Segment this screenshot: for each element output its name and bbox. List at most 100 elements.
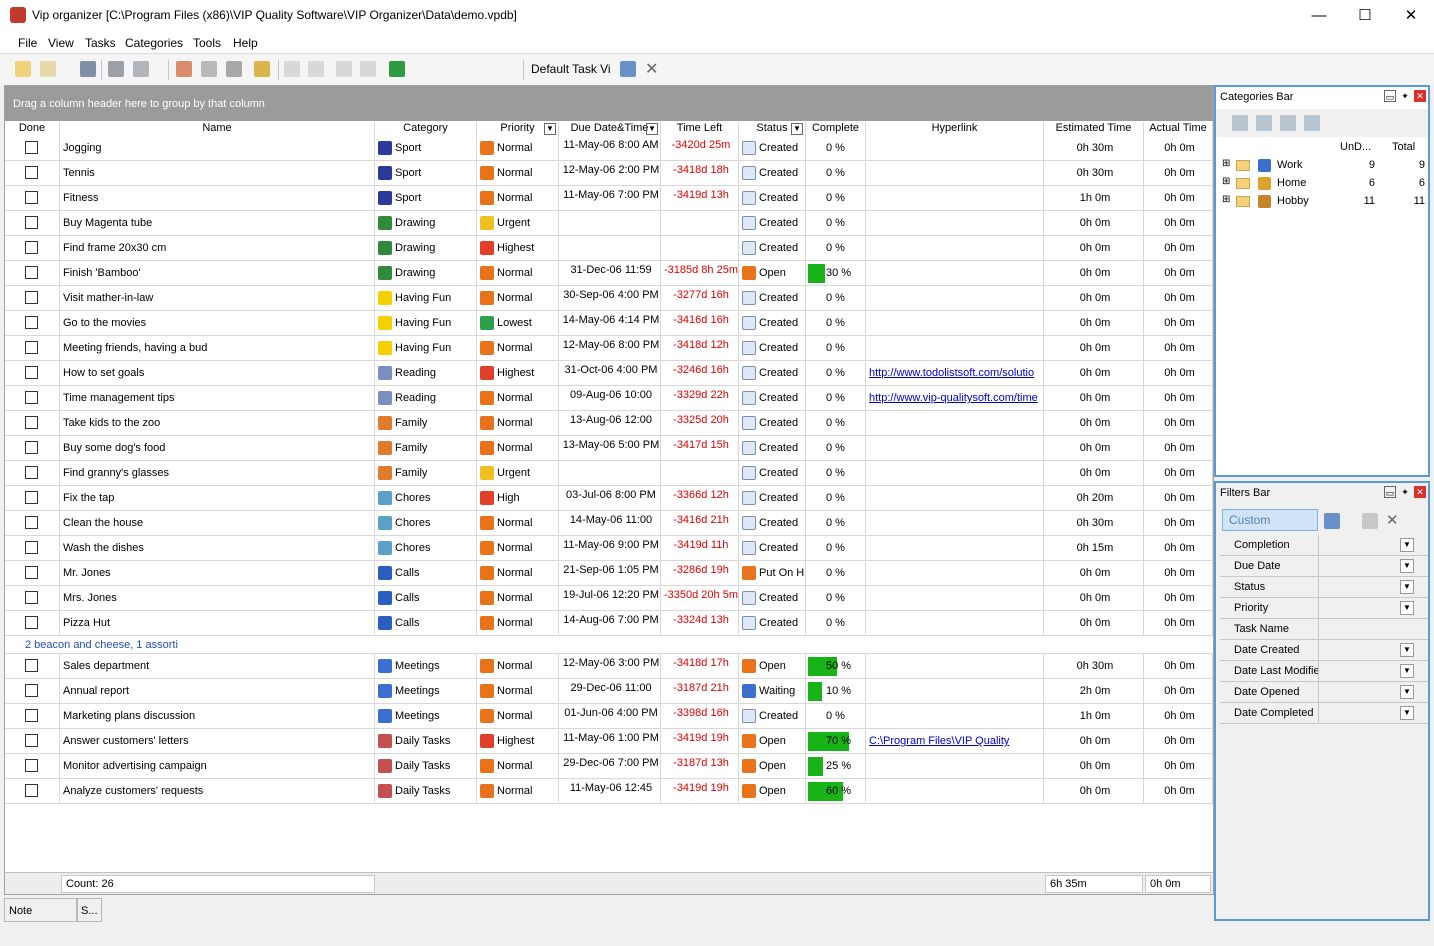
status-s-tab[interactable]: S...	[76, 898, 102, 922]
category-cell[interactable]: Sport	[375, 136, 477, 160]
done-cell[interactable]	[5, 704, 60, 728]
estimated-time-cell[interactable]: 0h 0m	[1044, 236, 1144, 260]
due-cell[interactable]: 13-May-06 5:00 PM	[559, 436, 661, 460]
menu-view[interactable]: View	[48, 36, 74, 50]
done-checkbox[interactable]	[25, 491, 38, 504]
table-row[interactable]: Mr. Jones Calls Normal 21-Sep-06 1:05 PM -32…	[5, 561, 1213, 586]
table-row[interactable]: Monitor advertising campaign Daily Tasks N…	[5, 754, 1213, 779]
complete-cell[interactable]: 0 %	[806, 286, 866, 310]
add-category-icon[interactable]	[1232, 115, 1248, 131]
priority-cell[interactable]: Urgent	[477, 211, 559, 235]
name-cell[interactable]: Visit mather-in-law	[60, 286, 375, 310]
estimated-time-cell[interactable]: 0h 0m	[1044, 386, 1144, 410]
priority-cell[interactable]: Normal	[477, 536, 559, 560]
filter-value[interactable]: ▼	[1318, 682, 1414, 702]
actual-time-cell[interactable]: 0h 0m	[1144, 779, 1213, 803]
due-cell[interactable]: 09-Aug-06 10:00	[559, 386, 661, 410]
done-cell[interactable]	[5, 611, 60, 635]
estimated-time-cell[interactable]: 0h 0m	[1044, 336, 1144, 360]
time-left-cell[interactable]: -3246d 16h	[661, 361, 739, 385]
done-cell[interactable]	[5, 211, 60, 235]
estimated-time-cell[interactable]: 0h 15m	[1044, 536, 1144, 560]
time-left-cell[interactable]: -3416d 16h	[661, 311, 739, 335]
chevron-down-icon[interactable]: ▼	[1400, 601, 1414, 615]
name-cell[interactable]: Pizza Hut	[60, 611, 375, 635]
done-checkbox[interactable]	[25, 759, 38, 772]
complete-cell[interactable]: 0 %	[806, 704, 866, 728]
estimated-time-cell[interactable]: 0h 30m	[1044, 161, 1144, 185]
clear-filter-icon[interactable]: ✕	[1386, 511, 1399, 529]
filter-row-completion[interactable]: Completion ▼	[1220, 535, 1428, 556]
name-cell[interactable]: Annual report	[60, 679, 375, 703]
priority-cell[interactable]: Normal	[477, 561, 559, 585]
category-cell[interactable]: Family	[375, 436, 477, 460]
name-cell[interactable]: Tennis	[60, 161, 375, 185]
category-cell[interactable]: Reading	[375, 386, 477, 410]
actual-time-cell[interactable]: 0h 0m	[1144, 561, 1213, 585]
filter-row-date-created[interactable]: Date Created ▼	[1220, 640, 1428, 661]
category-cell[interactable]: Drawing	[375, 236, 477, 260]
category-cell[interactable]: Chores	[375, 486, 477, 510]
table-row[interactable]: Visit mather-in-law Having Fun Normal 30-Se…	[5, 286, 1213, 311]
actual-time-cell[interactable]: 0h 0m	[1144, 211, 1213, 235]
pin-icon[interactable]: ✦	[1399, 90, 1411, 102]
time-left-cell[interactable]	[661, 236, 739, 260]
hyperlink-cell[interactable]	[866, 611, 1044, 635]
filter-value[interactable]: ▼	[1318, 535, 1414, 555]
table-row[interactable]: How to set goals Reading Highest 31-Oct-06 …	[5, 361, 1213, 386]
status-cell[interactable]: Created	[739, 336, 806, 360]
new-task-icon[interactable]	[15, 61, 31, 77]
minimize-button[interactable]: —	[1296, 0, 1342, 31]
status-cell[interactable]: Open	[739, 779, 806, 803]
status-cell[interactable]: Created	[739, 436, 806, 460]
due-cell[interactable]	[559, 461, 661, 485]
due-cell[interactable]: 12-May-06 2:00 PM	[559, 161, 661, 185]
table-row[interactable]: Mrs. Jones Calls Normal 19-Jul-06 12:20 PM -…	[5, 586, 1213, 611]
name-cell[interactable]: Answer customers' letters	[60, 729, 375, 753]
category-cell[interactable]: Reading	[375, 361, 477, 385]
name-cell[interactable]: Time management tips	[60, 386, 375, 410]
hyperlink-cell[interactable]	[866, 286, 1044, 310]
chevron-down-icon[interactable]: ▼	[1400, 685, 1414, 699]
hyperlink[interactable]: C:\Program Files\VIP Quality	[869, 735, 1009, 747]
complete-cell[interactable]: 0 %	[806, 186, 866, 210]
time-left-cell[interactable]: -3419d 13h	[661, 186, 739, 210]
complete-cell[interactable]: 0 %	[806, 511, 866, 535]
estimated-time-cell[interactable]: 1h 0m	[1044, 704, 1144, 728]
done-checkbox[interactable]	[25, 216, 38, 229]
hyperlink-cell[interactable]	[866, 654, 1044, 678]
status-cell[interactable]: Open	[739, 261, 806, 285]
name-cell[interactable]: How to set goals	[60, 361, 375, 385]
category-item-home[interactable]: ⊞ Home 6 6	[1222, 175, 1427, 193]
time-left-cell[interactable]: -3324d 13h	[661, 611, 739, 635]
table-row[interactable]: Fix the tap Chores High 03-Jul-06 8:00 PM -3…	[5, 486, 1213, 511]
done-cell[interactable]	[5, 654, 60, 678]
due-cell[interactable]: 14-May-06 11:00	[559, 511, 661, 535]
table-row[interactable]: Sales department Meetings Normal 12-May-06 …	[5, 654, 1213, 679]
estimated-time-cell[interactable]: 0h 0m	[1044, 754, 1144, 778]
done-cell[interactable]	[5, 361, 60, 385]
apply-filter-icon[interactable]	[1324, 513, 1340, 529]
table-row[interactable]: Answer customers' letters Daily Tasks High…	[5, 729, 1213, 754]
category-item-work[interactable]: ⊞ Work 9 9	[1222, 157, 1427, 175]
time-left-cell[interactable]: -3187d 21h	[661, 679, 739, 703]
status-cell[interactable]: Created	[739, 161, 806, 185]
complete-cell[interactable]: 0 %	[806, 586, 866, 610]
filter-row-date-opened[interactable]: Date Opened ▼	[1220, 682, 1428, 703]
hyperlink[interactable]: http://www.todolistsoft.com/solutio	[869, 367, 1034, 379]
complete-cell[interactable]: 0 %	[806, 211, 866, 235]
actual-time-cell[interactable]: 0h 0m	[1144, 336, 1213, 360]
filter-row-task-name[interactable]: Task Name	[1220, 619, 1428, 640]
hyperlink-cell[interactable]: C:\Program Files\VIP Quality	[866, 729, 1044, 753]
name-cell[interactable]: Go to the movies	[60, 311, 375, 335]
actual-time-cell[interactable]: 0h 0m	[1144, 236, 1213, 260]
due-cell[interactable]: 11-May-06 8:00 AM	[559, 136, 661, 160]
name-cell[interactable]: Monitor advertising campaign	[60, 754, 375, 778]
status-cell[interactable]: Created	[739, 511, 806, 535]
up-icon[interactable]	[308, 61, 324, 77]
complete-cell[interactable]: 10 %	[806, 679, 866, 703]
hyperlink-cell[interactable]	[866, 754, 1044, 778]
estimated-time-cell[interactable]: 0h 0m	[1044, 729, 1144, 753]
actual-time-cell[interactable]: 0h 0m	[1144, 486, 1213, 510]
time-left-cell[interactable]: -3329d 22h	[661, 386, 739, 410]
